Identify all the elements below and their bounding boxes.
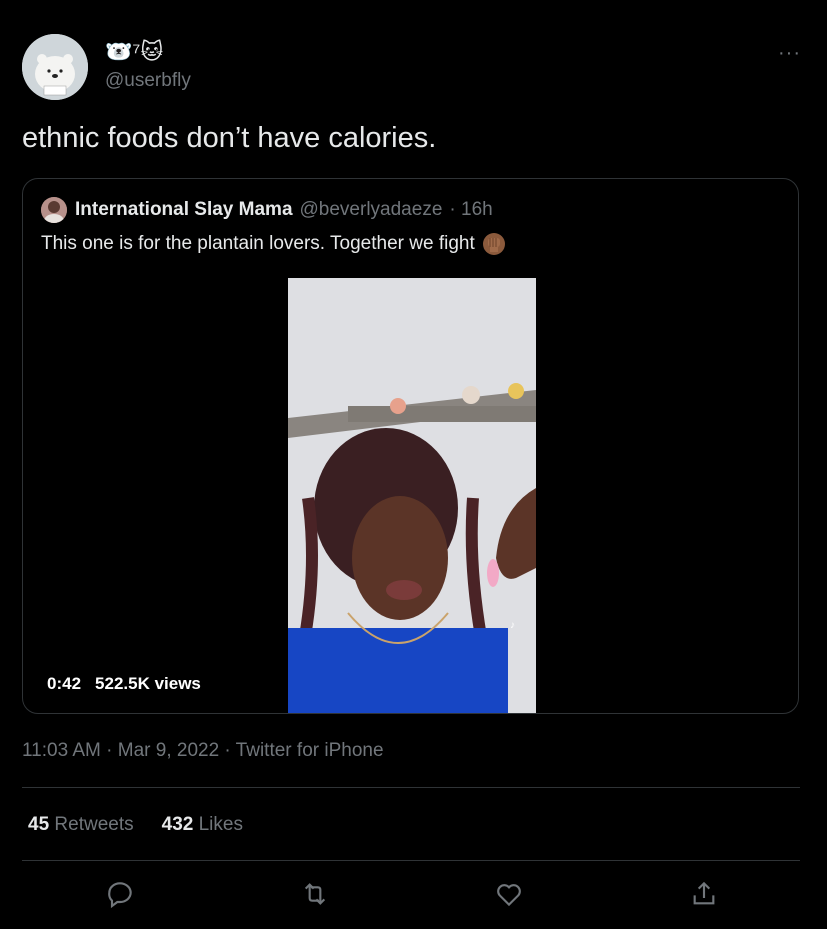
video-meta: 0:42 522.5K views (47, 674, 201, 694)
user-handle[interactable]: @userbfly (105, 70, 191, 92)
quoted-text-body: This one is for the plantain lovers. Tog… (41, 233, 475, 254)
likes-stat[interactable]: 432 Likes (162, 814, 243, 836)
like-icon[interactable] (493, 878, 525, 910)
svg-text:♪: ♪ (510, 620, 515, 631)
divider (22, 860, 800, 861)
reply-icon[interactable] (104, 878, 136, 910)
raised-fist-icon (482, 232, 506, 256)
divider (22, 787, 800, 788)
avatar[interactable] (22, 34, 88, 100)
more-options-icon[interactable]: ··· (778, 42, 801, 65)
likes-count: 432 (161, 814, 194, 835)
quoted-handle[interactable]: @beverlyadaeze (300, 199, 443, 221)
tweet-text: ethnic foods don’t have calories. (22, 122, 437, 154)
quoted-age: · 16h (449, 199, 493, 220)
tweet-timestamp[interactable]: 11:03 AM · Mar 9, 2022 · Twitter for iPh… (22, 740, 384, 762)
retweets-count: 45 (28, 814, 50, 835)
polar-bear-avatar-icon (22, 34, 88, 100)
quoted-text: This one is for the plantain lovers. Tog… (41, 232, 506, 256)
quoted-display-name[interactable]: International Slay Mama (75, 199, 293, 221)
quoted-tweet[interactable]: International Slay Mama @beverlyadaeze ·… (22, 178, 799, 714)
likes-label: Likes (198, 814, 243, 835)
share-icon[interactable] (688, 878, 720, 910)
engagement-stats: 45 Retweets 432 Likes (28, 814, 243, 836)
video-duration: 0:42 (47, 674, 82, 693)
quoted-tweet-header: International Slay Mama @beverlyadaeze ·… (41, 197, 493, 223)
retweet-icon[interactable] (299, 878, 331, 910)
display-name[interactable]: 🐻‍❄️⁷🐱 (105, 40, 191, 66)
action-bar (22, 874, 800, 912)
retweets-stat[interactable]: 45 Retweets (28, 814, 134, 836)
tweet-author: 🐻‍❄️⁷🐱 @userbfly (105, 40, 191, 92)
video-views: 522.5K views (95, 674, 201, 693)
quoted-avatar[interactable] (41, 197, 67, 223)
video-player[interactable]: ♪ (288, 278, 536, 713)
retweets-label: Retweets (54, 814, 134, 835)
video-thumbnail: ♪ (288, 278, 536, 713)
